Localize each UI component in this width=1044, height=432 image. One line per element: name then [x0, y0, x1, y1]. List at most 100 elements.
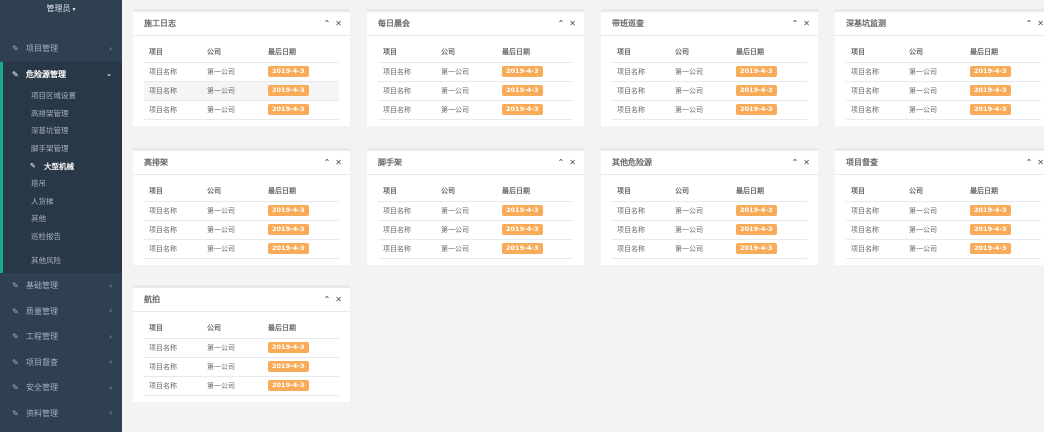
table-row[interactable]: 项目名称 第一公司 2019-4-3: [144, 338, 339, 358]
sub-item-label: 深基坑管理: [31, 126, 69, 136]
table-row[interactable]: 项目名称 第一公司 2019-4-3: [846, 62, 1041, 82]
table-row[interactable]: 项目名称 第一公司 2019-4-3: [612, 201, 807, 221]
table-row[interactable]: 项目名称 第一公司 2019-4-3: [846, 220, 1041, 240]
chevron-up-icon[interactable]: ⌃: [792, 19, 799, 28]
cell-last-date: 2019-4-3: [965, 220, 1041, 240]
close-icon[interactable]: ✕: [335, 19, 342, 28]
table-row[interactable]: 项目名称 第一公司 2019-4-3: [144, 201, 339, 221]
nav-item-project-management[interactable]: ✎ 项目管理 ‹: [0, 36, 122, 62]
table-row[interactable]: 项目名称 第一公司 2019-4-3: [846, 201, 1041, 221]
sub-item-other[interactable]: 其他: [3, 210, 122, 228]
cell-last-date: 2019-4-3: [965, 81, 1041, 101]
date-badge: 2019-4-3: [268, 380, 309, 391]
cell-project-name: 项目名称: [144, 338, 202, 358]
table-row[interactable]: 项目名称 第一公司 2019-4-3: [378, 239, 573, 259]
panel-table: 项目 公司 最后日期 项目名称 第一公司 2019-4-3 项目名称 第一公司 2019-…: [378, 43, 573, 120]
table-row[interactable]: 项目名称 第一公司 2019-4-3: [846, 100, 1041, 120]
sub-item-area-settings[interactable]: 项目区域设置: [3, 87, 122, 105]
table-row[interactable]: 项目名称 第一公司 2019-4-3: [612, 81, 807, 101]
nav-item-document-management[interactable]: ✎ 资料管理 ‹: [0, 400, 122, 426]
close-icon[interactable]: ✕: [1037, 158, 1044, 167]
close-icon[interactable]: ✕: [803, 158, 810, 167]
chevron-left-icon: ‹: [109, 281, 112, 290]
close-icon[interactable]: ✕: [335, 158, 342, 167]
cell-last-date: 2019-4-3: [263, 239, 339, 259]
table-row[interactable]: 项目名称 第一公司 2019-4-3: [612, 100, 807, 120]
table-row[interactable]: 项目名称 第一公司 2019-4-3: [144, 81, 339, 101]
cell-company: 第一公司: [202, 62, 263, 82]
close-icon[interactable]: ✕: [1037, 19, 1044, 28]
panel-tools: ⌃ ✕: [558, 158, 576, 167]
table-row[interactable]: 项目名称 第一公司 2019-4-3: [144, 239, 339, 259]
sub-item-other-risk[interactable]: 其他风险: [3, 251, 122, 269]
table-row[interactable]: 项目名称 第一公司 2019-4-3: [144, 100, 339, 120]
cell-company: 第一公司: [904, 239, 965, 259]
column-header-company: 公司: [670, 43, 731, 63]
table-row[interactable]: 项目名称 第一公司 2019-4-3: [846, 239, 1041, 259]
column-header-company: 公司: [436, 182, 497, 202]
column-header-last-date: 最后日期: [965, 43, 1041, 63]
cell-company: 第一公司: [202, 239, 263, 259]
sub-item-hoist[interactable]: 人货梯: [3, 193, 122, 211]
sub-item-inspection-report[interactable]: 巡检报告: [3, 228, 122, 246]
nav-item-engineering-management[interactable]: ✎ 工程管理 ‹: [0, 324, 122, 350]
table-row[interactable]: 项目名称 第一公司 2019-4-3: [846, 81, 1041, 101]
nav-item-safety-management[interactable]: ✎ 安全管理 ‹: [0, 375, 122, 401]
edit-icon: ✎: [12, 332, 19, 342]
table-row[interactable]: 项目名称 第一公司 2019-4-3: [378, 62, 573, 82]
date-badge: 2019-4-3: [502, 85, 543, 96]
sub-item-tower-crane[interactable]: 塔吊: [3, 175, 122, 193]
table-row[interactable]: 项目名称 第一公司 2019-4-3: [144, 357, 339, 377]
cell-project-name: 项目名称: [144, 357, 202, 377]
cell-last-date: 2019-4-3: [497, 201, 573, 221]
cell-last-date: 2019-4-3: [731, 100, 807, 120]
chevron-up-icon[interactable]: ⌃: [324, 19, 331, 28]
table-row[interactable]: 项目名称 第一公司 2019-4-3: [144, 220, 339, 240]
table-row[interactable]: 项目名称 第一公司 2019-4-3: [144, 376, 339, 396]
sub-item-label: 其他风险: [31, 255, 61, 265]
table-row[interactable]: 项目名称 第一公司 2019-4-3: [612, 62, 807, 82]
edit-icon: ✎: [12, 383, 19, 393]
cell-company: 第一公司: [202, 357, 263, 377]
panel-title: 项目督查: [846, 158, 878, 167]
nav-item-hazard-management[interactable]: ✎ 危险源管理 ⌄: [3, 62, 122, 88]
close-icon[interactable]: ✕: [803, 19, 810, 28]
table-row[interactable]: 项目名称 第一公司 2019-4-3: [378, 201, 573, 221]
sub-item-large-machinery[interactable]: ✎ 大型机械: [3, 157, 122, 175]
user-dropdown[interactable]: 管理员 ▾: [0, 0, 122, 30]
chevron-up-icon[interactable]: ⌃: [792, 158, 799, 167]
cell-company: 第一公司: [202, 376, 263, 396]
table-row[interactable]: 项目名称 第一公司 2019-4-3: [612, 220, 807, 240]
chevron-up-icon[interactable]: ⌃: [1026, 19, 1033, 28]
date-badge: 2019-4-3: [736, 85, 777, 96]
dashboard-panel: 项目督查 ⌃ ✕ 项目 公司 最后日期 项目名称 第一公司 2019-4-3 项目名称…: [835, 148, 1044, 265]
chevron-up-icon[interactable]: ⌃: [1026, 158, 1033, 167]
cell-company: 第一公司: [436, 81, 497, 101]
chevron-left-icon: ‹: [109, 332, 112, 341]
nav-item-basic-management[interactable]: ✎ 基础管理 ‹: [0, 273, 122, 299]
table-row[interactable]: 项目名称 第一公司 2019-4-3: [378, 220, 573, 240]
sub-item-scaffold[interactable]: 脚手架管理: [3, 140, 122, 158]
sub-item-high-frame[interactable]: 高排架管理: [3, 105, 122, 123]
dashboard-panel: 施工日志 ⌃ ✕ 项目 公司 最后日期 项目名称 第一公司 2019-4-3 项目名称…: [133, 9, 350, 126]
nav-item-quality-management[interactable]: ✎ 质量管理 ‹: [0, 298, 122, 324]
column-header-company: 公司: [670, 182, 731, 202]
panel-table: 项目 公司 最后日期 项目名称 第一公司 2019-4-3 项目名称 第一公司 2019-…: [144, 319, 339, 396]
table-row[interactable]: 项目名称 第一公司 2019-4-3: [378, 100, 573, 120]
panel-tools: ⌃ ✕: [324, 158, 342, 167]
table-row[interactable]: 项目名称 第一公司 2019-4-3: [378, 81, 573, 101]
table-row[interactable]: 项目名称 第一公司 2019-4-3: [612, 239, 807, 259]
column-header-last-date: 最后日期: [965, 182, 1041, 202]
close-icon[interactable]: ✕: [335, 295, 342, 304]
table-row[interactable]: 项目名称 第一公司 2019-4-3: [144, 62, 339, 82]
panel-table: 项目 公司 最后日期 项目名称 第一公司 2019-4-3 项目名称 第一公司 2019-…: [378, 182, 573, 259]
sub-item-deep-pit[interactable]: 深基坑管理: [3, 122, 122, 140]
chevron-up-icon[interactable]: ⌃: [558, 19, 565, 28]
close-icon[interactable]: ✕: [569, 19, 576, 28]
chevron-up-icon[interactable]: ⌃: [324, 158, 331, 167]
close-icon[interactable]: ✕: [569, 158, 576, 167]
chevron-up-icon[interactable]: ⌃: [558, 158, 565, 167]
chevron-up-icon[interactable]: ⌃: [324, 295, 331, 304]
cell-project-name: 项目名称: [378, 100, 436, 120]
nav-item-project-supervision[interactable]: ✎ 项目督查 ‹: [0, 349, 122, 375]
